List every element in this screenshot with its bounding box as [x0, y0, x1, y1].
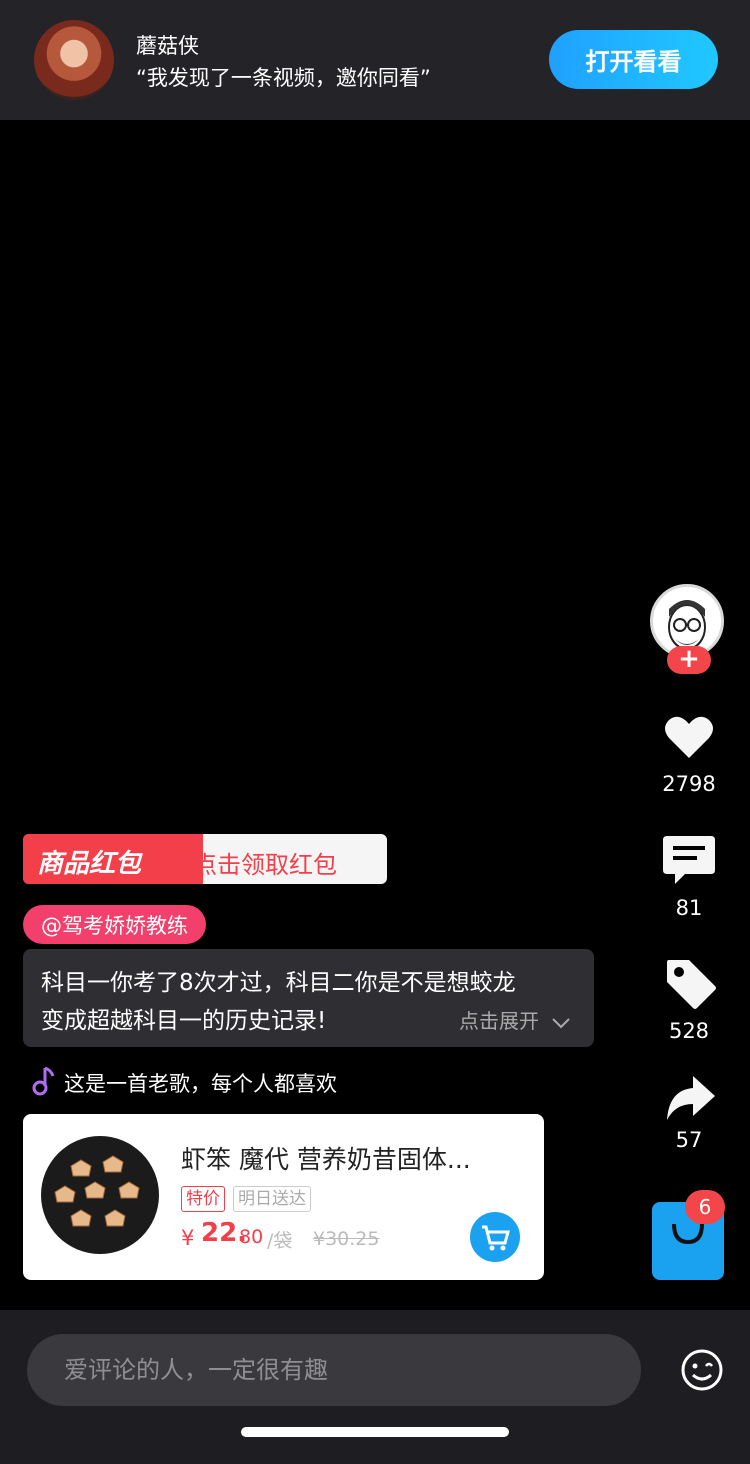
share-count: 57: [675, 1128, 703, 1152]
comment-input[interactable]: [27, 1334, 641, 1406]
share-arrow-icon[interactable]: [663, 1072, 719, 1128]
red-packet-banner[interactable]: 商品红包 点击领取红包: [23, 834, 387, 884]
product-image: [41, 1136, 159, 1254]
tag-count: 528: [668, 1019, 710, 1043]
product-title: 虾笨 魔代 营养奶昔固体...: [181, 1145, 471, 1174]
product-card[interactable]: 虾笨 魔代 营养奶昔固体... 特价 明日送达 ¥ 22. 80 /袋 ¥30.…: [23, 1114, 544, 1280]
comment-count: 81: [675, 896, 703, 920]
tag-icon[interactable]: [663, 956, 719, 1012]
add-to-cart-button[interactable]: [470, 1212, 520, 1262]
emoji-icon[interactable]: [680, 1348, 724, 1392]
expand-caption-link[interactable]: 点击展开: [459, 1005, 571, 1034]
cart-count-badge: 6: [685, 1190, 725, 1224]
music-note-icon: [31, 1066, 55, 1096]
video-caption[interactable]: 科目一你考了8次才过，科目二你是不是想蛟龙 变成超越科目一的历史记录! 点击展开: [23, 949, 594, 1047]
open-app-button[interactable]: 打开看看: [549, 30, 718, 89]
price-unit: /袋: [267, 1230, 293, 1252]
music-title[interactable]: 这是一首老歌，每个人都喜欢: [64, 1068, 337, 1098]
invite-text: “我发现了一条视频，邀你同看”: [136, 66, 431, 90]
like-count: 2798: [662, 772, 716, 796]
inviter-avatar[interactable]: [34, 20, 114, 100]
expand-label: 点击展开: [459, 1009, 539, 1033]
caption-line-1: 科目一你考了8次才过，科目二你是不是想蛟龙: [41, 970, 516, 996]
inviter-name: 蘑菇侠: [136, 34, 199, 58]
cart-icon: [482, 1225, 510, 1251]
delivery-tag: 明日送达: [233, 1186, 311, 1212]
price-decimal: 80: [239, 1226, 264, 1248]
caption-line-2: 变成超越科目一的历史记录!: [41, 1008, 327, 1034]
original-price: ¥30.25: [313, 1228, 380, 1250]
promo-label: 商品红包: [37, 849, 142, 879]
special-price-tag: 特价: [181, 1186, 225, 1212]
follow-button[interactable]: +: [667, 646, 711, 674]
promo-action-text: 点击领取红包: [193, 851, 337, 879]
comment-bubble-icon[interactable]: [661, 832, 717, 888]
price-currency: ¥: [181, 1226, 195, 1250]
like-heart-icon[interactable]: [661, 708, 717, 764]
author-handle-tag[interactable]: @驾考娇娇教练: [23, 905, 206, 944]
chevron-down-icon: [552, 1017, 571, 1028]
home-indicator[interactable]: [241, 1427, 509, 1437]
